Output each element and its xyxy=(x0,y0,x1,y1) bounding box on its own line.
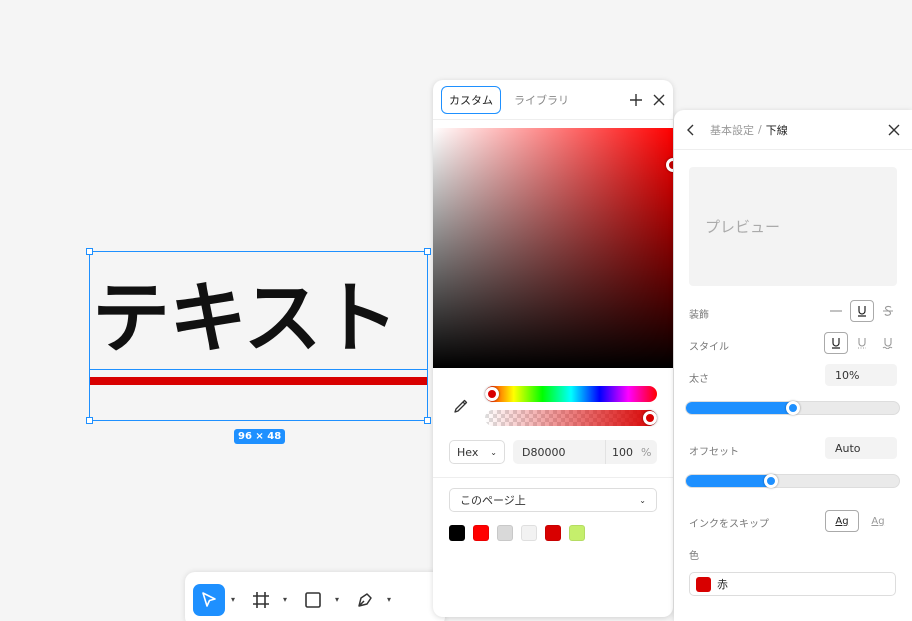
decoration-strikethrough-button[interactable] xyxy=(876,300,900,322)
frame-tool-button[interactable] xyxy=(245,584,277,616)
color-swatch[interactable] xyxy=(569,525,585,541)
tab-custom[interactable]: カスタム xyxy=(441,85,501,114)
hue-slider[interactable] xyxy=(485,386,657,402)
close-icon[interactable] xyxy=(653,94,665,106)
rectangle-tool-button[interactable] xyxy=(297,584,329,616)
color-name: 赤 xyxy=(717,578,728,591)
underline-style-toggle xyxy=(824,332,900,354)
pen-icon xyxy=(358,592,372,607)
offset-slider[interactable] xyxy=(685,474,900,488)
chevron-down-icon[interactable]: ▾ xyxy=(331,595,343,604)
hex-input-group: D80000 100 % xyxy=(513,440,657,464)
text-baseline xyxy=(90,369,427,370)
close-icon[interactable] xyxy=(888,124,900,136)
chevron-down-icon[interactable]: ▾ xyxy=(227,595,239,604)
breadcrumb-separator: / xyxy=(758,123,762,136)
resize-handle-top-right[interactable] xyxy=(424,248,431,255)
style-solid-button[interactable] xyxy=(824,332,848,354)
decoration-underline-button[interactable] xyxy=(850,300,874,322)
color-chip xyxy=(696,576,711,592)
opacity-input[interactable]: 100 xyxy=(605,440,641,464)
thickness-slider-fill xyxy=(686,402,793,414)
saturation-value-area[interactable] xyxy=(433,128,673,368)
text-underline xyxy=(90,377,427,385)
skip-ink-on-button[interactable]: Ag xyxy=(825,510,859,532)
rectangle-icon xyxy=(305,591,321,608)
pen-tool-button[interactable] xyxy=(349,584,381,616)
color-swatch[interactable] xyxy=(449,525,465,541)
chevron-down-icon[interactable]: ▾ xyxy=(383,595,395,604)
chevron-down-icon: ⌄ xyxy=(490,447,497,457)
chevron-down-icon: ⌄ xyxy=(639,495,646,505)
offset-slider-handle[interactable] xyxy=(764,474,778,488)
skip-ink-toggle: Ag Ag xyxy=(825,510,895,532)
decoration-none-button[interactable] xyxy=(824,300,848,322)
size-badge: 96 × 48 xyxy=(234,429,286,444)
skip-ink-off-button[interactable]: Ag xyxy=(861,510,895,532)
underline-preview: プレビュー xyxy=(689,167,897,286)
offset-slider-fill xyxy=(686,475,772,487)
hue-slider-handle[interactable] xyxy=(485,387,499,401)
offset-input[interactable]: Auto xyxy=(825,437,897,459)
decoration-label: 装飾 xyxy=(689,310,709,321)
canvas-text[interactable]: テキスト xyxy=(92,280,426,358)
text-selection-box[interactable]: テキスト xyxy=(86,248,431,424)
color-format-value: Hex xyxy=(457,445,479,459)
style-dotted-button[interactable] xyxy=(850,332,874,354)
breadcrumb-current: 下線 xyxy=(765,123,788,137)
opacity-slider-handle[interactable] xyxy=(643,411,657,425)
percent-unit: % xyxy=(641,445,652,459)
underline-dotted-icon xyxy=(858,338,866,349)
skip-ink-label: インクをスキップ xyxy=(689,519,769,530)
breadcrumb-parent[interactable]: 基本設定 xyxy=(710,122,754,138)
resize-handle-bottom-right[interactable] xyxy=(424,417,431,424)
underline-wavy-icon xyxy=(882,338,893,349)
underline-solid-icon xyxy=(832,338,840,349)
color-swatches xyxy=(449,525,585,541)
color-label: 色 xyxy=(689,551,699,562)
underline-color-field[interactable]: 赤 xyxy=(689,572,896,596)
swatch-scope-select[interactable]: このページ上 ⌄ xyxy=(449,488,657,512)
offset-label: オフセット xyxy=(689,447,739,458)
frame-icon xyxy=(253,591,269,608)
style-wavy-button[interactable] xyxy=(876,332,900,354)
chevron-down-icon[interactable]: ▾ xyxy=(279,595,291,604)
resize-handle-top-left[interactable] xyxy=(86,248,93,255)
chevron-left-icon[interactable] xyxy=(686,124,696,136)
resize-handle-bottom-left[interactable] xyxy=(86,417,93,424)
strikethrough-icon xyxy=(883,305,893,316)
decoration-toggle xyxy=(824,300,900,322)
color-handle[interactable] xyxy=(666,158,673,172)
eyedropper-icon[interactable] xyxy=(453,398,469,414)
tab-library[interactable]: ライブラリ xyxy=(507,87,576,113)
hex-input[interactable]: D80000 xyxy=(513,446,605,459)
no-decoration-icon xyxy=(830,310,842,312)
style-label: スタイル xyxy=(689,342,729,353)
cursor-icon xyxy=(202,591,216,607)
underline-settings-panel: 基本設定 / 下線 プレビュー 装飾 スタイル 太さ 10% オフセット Aut… xyxy=(674,110,912,621)
select-tool-button[interactable] xyxy=(193,583,225,616)
thickness-label: 太さ xyxy=(689,374,709,385)
color-swatch[interactable] xyxy=(497,525,513,541)
bottom-toolbar: ▾ ▾ ▾ ▾ xyxy=(185,572,445,621)
divider xyxy=(433,477,673,478)
underline-icon xyxy=(858,306,866,317)
opacity-slider[interactable] xyxy=(485,410,657,426)
color-swatch[interactable] xyxy=(545,525,561,541)
thickness-slider-handle[interactable] xyxy=(785,401,800,415)
color-swatch[interactable] xyxy=(521,525,537,541)
color-swatch[interactable] xyxy=(473,525,489,541)
color-format-select[interactable]: Hex ⌄ xyxy=(449,440,505,464)
thickness-input[interactable]: 10% xyxy=(825,364,897,386)
swatch-scope-value: このページ上 xyxy=(460,494,526,507)
plus-icon[interactable] xyxy=(629,93,643,107)
color-picker-panel: カスタム ライブラリ Hex ⌄ D80000 100 % このページ上 ⌄ xyxy=(433,80,673,617)
